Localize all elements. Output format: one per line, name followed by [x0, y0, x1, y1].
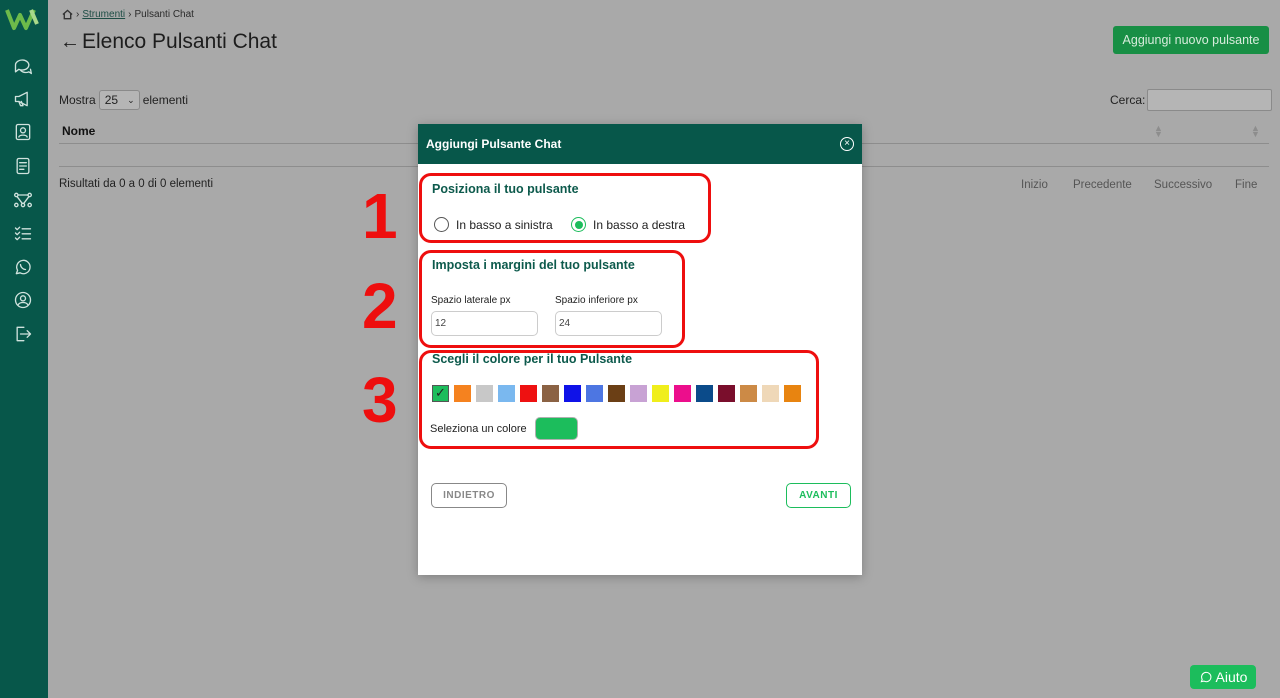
show-suffix: elementi: [142, 93, 189, 107]
logo-icon[interactable]: [4, 6, 42, 32]
show-label: Mostra: [59, 93, 96, 107]
breadcrumb-current: Pulsanti Chat: [134, 9, 194, 20]
modal-title: Aggiungi Pulsante Chat: [426, 137, 562, 151]
pager-first[interactable]: Inizio: [1021, 179, 1048, 191]
page-size-value: 25: [104, 93, 119, 107]
annotation-box-1: [419, 173, 711, 243]
pager-last[interactable]: Fine: [1235, 179, 1257, 191]
help-button[interactable]: Aiuto: [1190, 665, 1256, 689]
modal-header: Aggiungi Pulsante Chat ×: [418, 124, 862, 164]
next-button[interactable]: AVANTI: [786, 483, 851, 508]
breadcrumb-parent[interactable]: Strumenti: [82, 9, 125, 20]
add-new-button[interactable]: Aggiungi nuovo pulsante: [1113, 26, 1269, 54]
flow-icon[interactable]: [12, 189, 34, 211]
help-button-label: Aiuto: [1215, 669, 1248, 685]
sort-icon[interactable]: ▲ ▼: [1251, 124, 1260, 139]
sidebar: [0, 0, 48, 698]
megaphone-icon[interactable]: [12, 88, 34, 110]
close-icon[interactable]: ×: [840, 137, 854, 151]
results-info: Risultati da 0 a 0 di 0 elementi: [59, 178, 214, 190]
search-control: Cerca:: [1110, 89, 1273, 111]
back-arrow-icon[interactable]: ←: [60, 31, 80, 54]
page-title: ← Elenco Pulsanti Chat: [60, 30, 277, 54]
annotation-number-3: 3: [362, 364, 398, 436]
checklist-icon[interactable]: [12, 222, 34, 244]
page-size-control: Mostra 25 ⌄ elementi: [59, 90, 188, 110]
whatsapp-icon[interactable]: [12, 256, 34, 278]
back-button[interactable]: INDIETRO: [431, 483, 507, 508]
search-label: Cerca:: [1110, 93, 1146, 107]
search-input[interactable]: [1147, 89, 1273, 111]
pager-next[interactable]: Successivo: [1154, 179, 1212, 191]
chevron-down-icon: ⌄: [127, 94, 135, 105]
contacts-icon[interactable]: [12, 121, 34, 143]
annotation-number-2: 2: [362, 270, 398, 342]
page-size-select[interactable]: 25 ⌄: [98, 90, 140, 110]
sort-icon[interactable]: ▲ ▼: [1154, 124, 1163, 139]
home-icon[interactable]: [62, 9, 73, 20]
pager-previous[interactable]: Precedente: [1073, 179, 1132, 191]
page-title-text: Elenco Pulsanti Chat: [82, 30, 277, 53]
logout-icon[interactable]: [12, 323, 34, 345]
user-icon[interactable]: [12, 289, 34, 311]
column-name-header[interactable]: Nome: [62, 124, 95, 138]
chat-icon[interactable]: [12, 55, 34, 77]
annotation-box-2: [419, 250, 685, 348]
breadcrumb: › Strumenti › Pulsanti Chat: [62, 9, 194, 20]
annotation-box-3: [419, 350, 819, 449]
annotation-number-1: 1: [362, 180, 398, 252]
whatsapp-icon: [1200, 671, 1211, 683]
document-icon[interactable]: [12, 155, 34, 177]
